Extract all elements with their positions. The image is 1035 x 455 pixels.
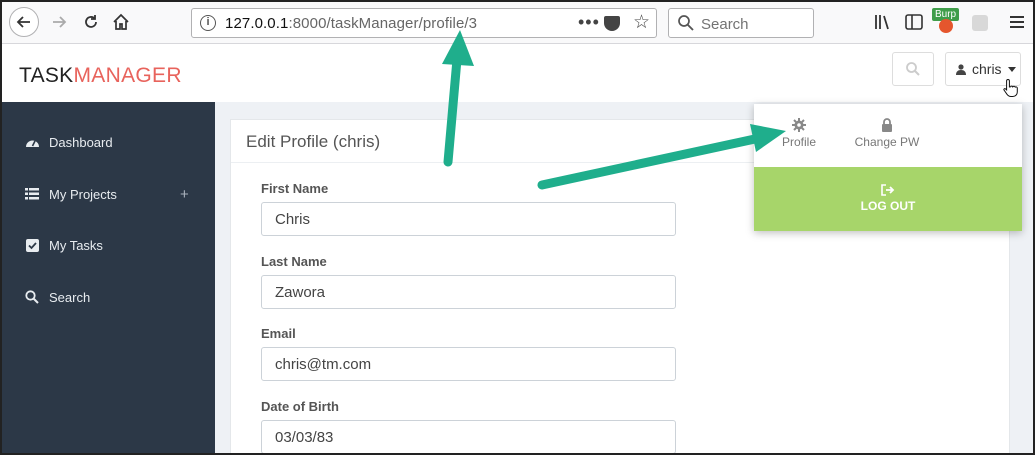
profile-label: Profile (781, 135, 816, 149)
home-icon (113, 13, 129, 30)
first-name-field[interactable]: Chris (261, 202, 676, 236)
email-label: Email (261, 326, 296, 341)
user-name: chris (972, 61, 1002, 77)
back-arrow-icon (16, 16, 30, 28)
logout-label: LOG OUT (860, 199, 916, 213)
dashboard-icon (24, 135, 40, 149)
add-project-icon[interactable]: + (180, 186, 189, 203)
url-path: :8000/taskManager/profile/3 (288, 15, 478, 32)
app-header: TASKMANAGER chris (2, 44, 1033, 102)
url-host: 127.0.0.1 (225, 15, 289, 32)
extension-icon[interactable] (972, 15, 988, 31)
reload-icon (85, 15, 97, 28)
library-icon[interactable] (873, 12, 893, 32)
change-pw-menu-item[interactable]: Change PW (852, 118, 922, 149)
sign-out-icon (881, 184, 895, 196)
sidebar-item-search[interactable]: Search (2, 277, 215, 317)
lock-icon (882, 118, 892, 132)
caret-down-icon (1007, 66, 1016, 72)
hand-cursor-icon (1003, 78, 1018, 97)
app-logo[interactable]: TASKMANAGER (19, 64, 182, 88)
address-bar[interactable]: i 127.0.0.1:8000/taskManager/profile/3 •… (191, 8, 657, 38)
logout-button[interactable]: LOG OUT (754, 167, 1022, 231)
sidebar: Dashboard My Projects + My Tasks Search (2, 102, 215, 453)
forward-arrow-icon (53, 16, 67, 28)
last-name-label: Last Name (261, 254, 327, 269)
sidebar-item-label: Dashboard (49, 134, 113, 150)
date-of-birth-field[interactable]: 03/03/83 (261, 420, 676, 453)
sidebar-item-label: My Projects (49, 186, 117, 202)
search-icon (906, 62, 920, 76)
email-field[interactable]: chris@tm.com (261, 347, 676, 381)
gear-icon (792, 118, 806, 132)
url-text: 127.0.0.1:8000/taskManager/profile/3 (225, 15, 477, 32)
search-icon (24, 290, 40, 304)
first-name-label: First Name (261, 181, 329, 196)
user-dropdown-menu: Profile Change PW LOG OUT (754, 104, 1022, 231)
menu-icon[interactable] (1010, 16, 1024, 31)
page-actions-icon[interactable]: ••• (578, 12, 600, 33)
bookmark-star-icon[interactable]: ☆ (633, 11, 650, 34)
list-icon (24, 187, 40, 201)
reload-button[interactable] (76, 7, 106, 37)
sidebar-item-label: Search (49, 289, 91, 305)
checkbox-icon (24, 238, 40, 252)
profile-menu-item[interactable]: Profile (776, 118, 822, 149)
home-button[interactable] (106, 7, 136, 37)
sidebar-toggle-icon[interactable] (904, 12, 924, 32)
sidebar-item-my-projects[interactable]: My Projects + (2, 174, 215, 214)
forward-button[interactable] (44, 7, 74, 37)
sidebar-item-dashboard[interactable]: Dashboard (2, 122, 215, 162)
sidebar-item-my-tasks[interactable]: My Tasks (2, 225, 215, 265)
user-icon (956, 63, 966, 75)
browser-toolbar: i 127.0.0.1:8000/taskManager/profile/3 •… (2, 2, 1033, 44)
last-name-field[interactable]: Zawora (261, 275, 676, 309)
screenshot-frame: i 127.0.0.1:8000/taskManager/profile/3 •… (0, 0, 1035, 455)
sidebar-item-label: My Tasks (49, 237, 103, 253)
change-pw-label: Change PW (854, 135, 920, 149)
back-button[interactable] (9, 7, 39, 37)
header-search-button[interactable] (892, 52, 934, 86)
site-info-icon[interactable]: i (200, 15, 216, 31)
pocket-icon[interactable] (604, 16, 620, 31)
logo-part-manager: MANAGER (73, 64, 182, 87)
date-of-birth-label: Date of Birth (261, 399, 339, 414)
browser-search-field[interactable]: Search (668, 8, 814, 38)
burp-extension-icon[interactable] (939, 19, 953, 33)
logo-part-task: TASK (19, 64, 74, 87)
search-icon (678, 15, 694, 31)
search-placeholder: Search (701, 16, 749, 33)
